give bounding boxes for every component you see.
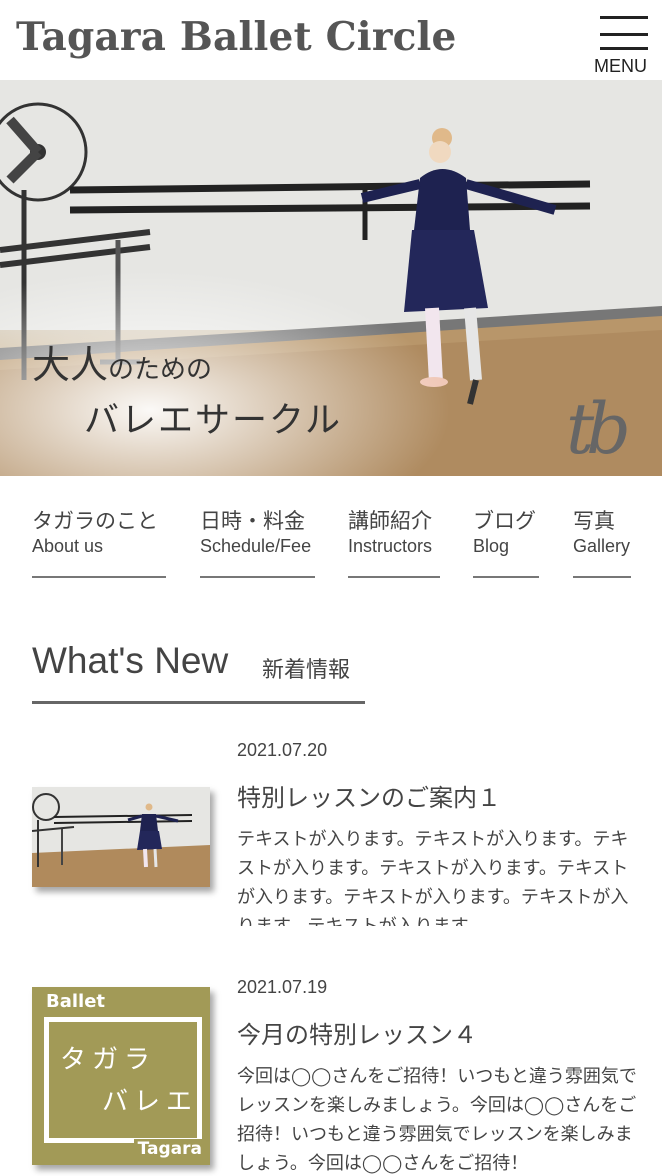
nav-item-about[interactable]: タガラのこと About us bbox=[32, 508, 166, 578]
site-title[interactable]: Tagara Ballet Circle bbox=[16, 14, 457, 60]
menu-label[interactable]: MENU bbox=[594, 56, 647, 77]
news-title-en: What's New bbox=[32, 640, 229, 681]
main-nav: タガラのこと About us 日時・料金 Schedule/Fee 講師紹介 … bbox=[0, 476, 662, 586]
news-title-jp: 新着情報 bbox=[262, 658, 351, 683]
site-header: Tagara Ballet Circle MENU bbox=[0, 0, 662, 80]
news-date: 2021.07.19 bbox=[237, 977, 328, 997]
news-item[interactable]: Ballet タガラ バレエ Tagara 2021.07.19 今月の特別レッ… bbox=[0, 967, 662, 1176]
news-title[interactable]: 特別レッスンのご案内１ bbox=[237, 778, 501, 813]
hero-tagline-big: 大人 bbox=[32, 343, 109, 387]
menu-button[interactable]: MENU bbox=[594, 14, 650, 76]
nav-item-label-jp[interactable]: 写真 bbox=[573, 508, 631, 534]
logo-text-tagara-kana: タガラ bbox=[60, 1045, 157, 1075]
logo-text-ballet: Ballet bbox=[46, 991, 110, 1012]
nav-item-gallery[interactable]: 写真 Gallery bbox=[573, 508, 631, 578]
nav-item-label-en[interactable]: Blog bbox=[473, 536, 539, 557]
nav-item-label-en[interactable]: Instructors bbox=[348, 536, 440, 557]
nav-item-blog[interactable]: ブログ Blog bbox=[473, 508, 539, 578]
hamburger-icon-line[interactable] bbox=[600, 47, 648, 50]
news-thumbnail[interactable]: Ballet タガラ バレエ Tagara bbox=[32, 987, 210, 1165]
nav-item-label-en[interactable]: Gallery bbox=[573, 536, 631, 557]
news-excerpt: 今回は◯◯さんをご招待！いつもと違う雰囲気でレッスンを楽しみましょう。今回は◯◯… bbox=[237, 1066, 637, 1174]
logo-frame bbox=[44, 1017, 202, 1143]
tb-logo: tb bbox=[566, 388, 631, 470]
logo-text-ballet-kana: バレエ bbox=[102, 1087, 199, 1117]
hero-tagline-line2: バレエサークル bbox=[84, 401, 342, 441]
nav-item-label-jp[interactable]: 講師紹介 bbox=[348, 508, 440, 534]
nav-item-instructors[interactable]: 講師紹介 Instructors bbox=[348, 508, 440, 578]
news-item[interactable]: 2021.07.20 特別レッスンのご案内１ テキストが入ります。テキストが入り… bbox=[0, 730, 662, 930]
nav-item-label-jp[interactable]: ブログ bbox=[473, 508, 539, 534]
nav-item-schedule[interactable]: 日時・料金 Schedule/Fee bbox=[200, 508, 315, 578]
nav-item-label-en[interactable]: About us bbox=[32, 536, 166, 557]
nav-item-label-en[interactable]: Schedule/Fee bbox=[200, 536, 315, 557]
nav-item-label-jp[interactable]: 日時・料金 bbox=[200, 508, 315, 534]
logo-text-tagara: Tagara bbox=[133, 1139, 202, 1159]
section-heading-news: What's New 新着情報 bbox=[32, 640, 365, 704]
news-date: 2021.07.20 bbox=[237, 740, 328, 760]
news-excerpt: テキストが入ります。テキストが入ります。テキストが入ります。テキストが入ります。… bbox=[237, 829, 629, 926]
hamburger-icon-line[interactable] bbox=[600, 33, 648, 36]
hero-tagline-small: のための bbox=[108, 355, 213, 385]
news-title[interactable]: 今月の特別レッスン４ bbox=[237, 1015, 477, 1050]
hero-tagline-line1: 大人のための bbox=[32, 334, 212, 389]
ballet-photo-thumbnail bbox=[32, 787, 210, 887]
nav-item-label-jp[interactable]: タガラのこと bbox=[32, 508, 166, 534]
hero-banner: 大人のための バレエサークル tb bbox=[0, 80, 662, 476]
hamburger-icon[interactable] bbox=[600, 16, 648, 19]
news-thumbnail[interactable] bbox=[32, 787, 210, 887]
